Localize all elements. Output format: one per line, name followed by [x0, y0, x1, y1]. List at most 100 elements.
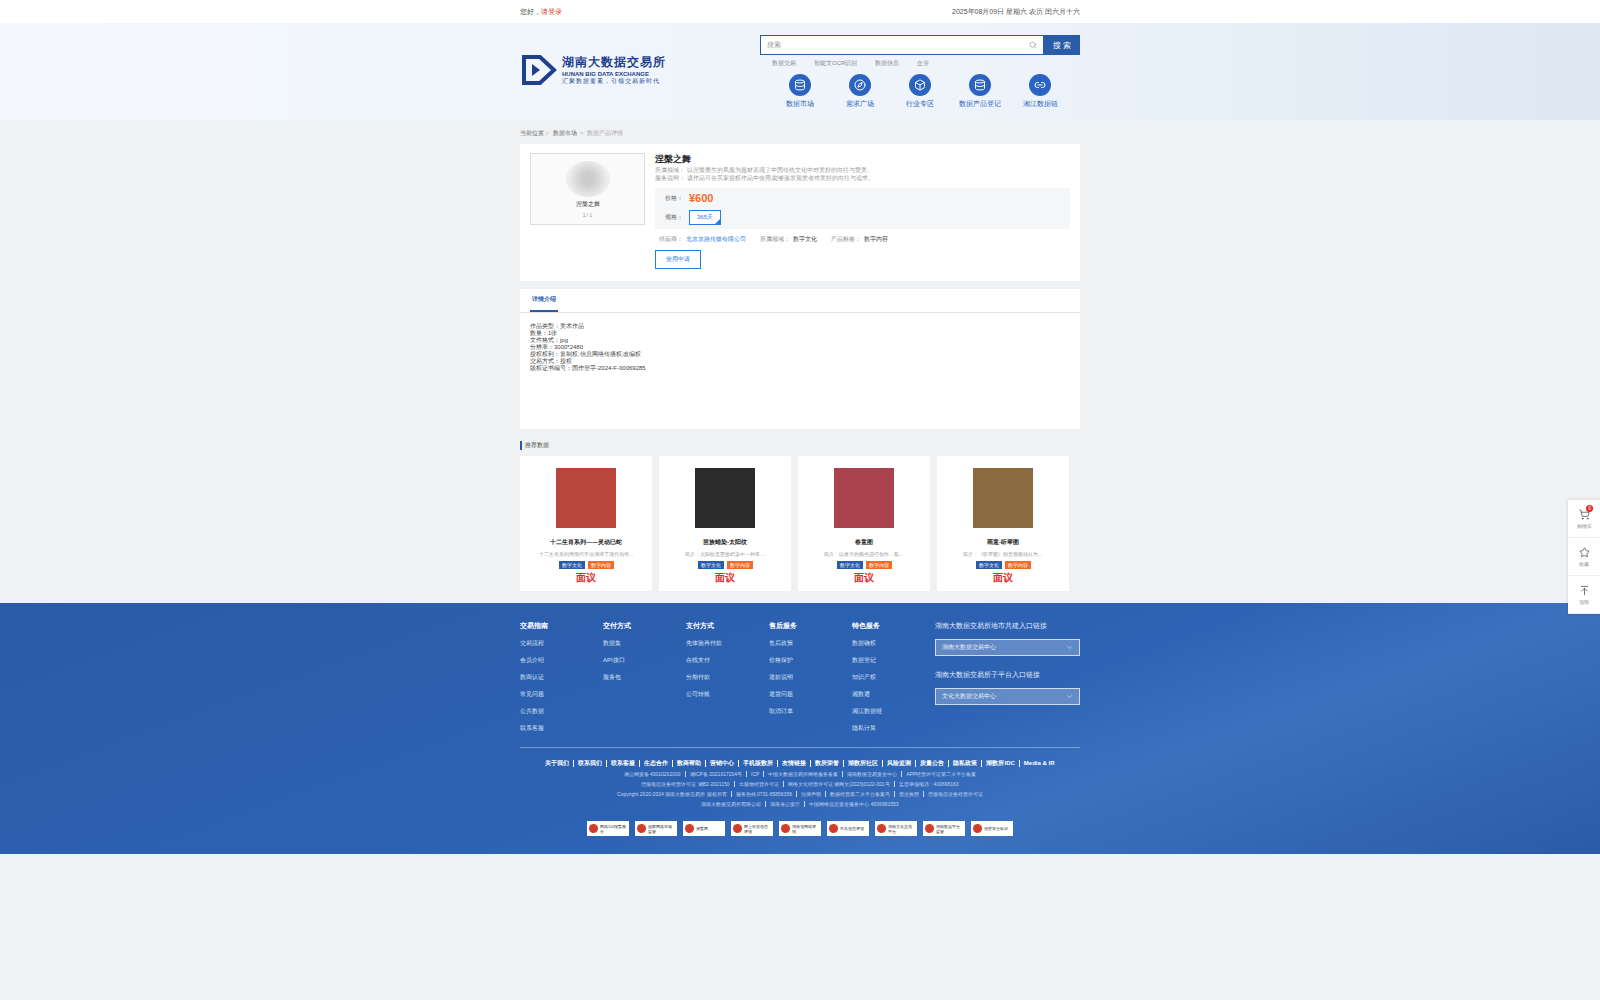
hot-word[interactable]: 企业	[917, 59, 929, 68]
detail-line: 授权权利：复制权,信息网络传播权,改编权	[530, 351, 1070, 358]
trust-badge[interactable]: 不良信息举报	[827, 821, 869, 836]
footer-link[interactable]: 数商认证	[520, 673, 603, 682]
entry-select[interactable]: 文化大数据交易中心	[935, 688, 1080, 705]
spec-option[interactable]: 365天	[689, 210, 721, 225]
detail-line: 交易方式：授权	[530, 358, 1070, 365]
recommend-card[interactable]: 春意图简介：以春天的颜色进行创作，取...数字文化数字内容面议	[798, 456, 930, 591]
footer-link[interactable]: 友情链接	[777, 760, 810, 767]
detail-line: 文件格式：jpg	[530, 337, 1070, 344]
footer-link[interactable]: 退货问题	[769, 690, 852, 699]
recommend-image	[556, 468, 616, 528]
float-item[interactable]: 顶部	[1568, 576, 1600, 614]
trust-badge[interactable]: 网络110报警服务	[587, 821, 629, 836]
footer-link[interactable]: 服务包	[603, 673, 686, 682]
trust-badge[interactable]: 国家网络市场监管	[635, 821, 677, 836]
breadcrumb-item: 数据产品详情	[587, 129, 623, 138]
footer-link[interactable]: 联系客服	[606, 760, 639, 767]
footer-link[interactable]: 手机版数所	[738, 760, 777, 767]
footer-link[interactable]: 交易流程	[520, 639, 603, 648]
footer-link[interactable]: 湖数所社区	[843, 760, 882, 767]
footer-link[interactable]: 数据集	[603, 639, 686, 648]
nav-item[interactable]: 行业专区	[895, 74, 945, 109]
footer-link[interactable]: 隐私政策	[948, 760, 981, 767]
footer-link[interactable]: 在线支付	[686, 656, 769, 665]
logo-icon	[520, 51, 558, 89]
product-card: 涅槃之舞1 / 1涅槃之舞所属领域： 以涅槃重生的凤凰为题材表现了中国传统文化中…	[520, 144, 1080, 281]
footer-link[interactable]: 会员介绍	[520, 656, 603, 665]
trust-badge[interactable]: 信誉安全标识	[971, 821, 1013, 836]
hot-word[interactable]: 智能文OCR识别	[814, 59, 857, 68]
apply-button[interactable]: 使用申请	[655, 250, 701, 269]
footer-link[interactable]: 隐私计算	[852, 724, 935, 733]
meta-value[interactable]: 北京京路传媒有限公司	[686, 236, 746, 242]
footer-link[interactable]: 质量公告	[915, 760, 948, 767]
footer-link[interactable]: 常见问题	[520, 690, 603, 699]
trust-badge[interactable]: 湖南文化交流平台	[875, 821, 917, 836]
breadcrumb-item[interactable]: 数据市场	[553, 129, 577, 138]
star-icon	[1579, 547, 1590, 558]
footer-link[interactable]: 湘江数据链	[852, 707, 935, 716]
recommend-price: 面议	[993, 573, 1013, 583]
tag: 数字内容	[1005, 561, 1031, 569]
trust-badge[interactable]: 湖南省网络举报	[779, 821, 821, 836]
footer-link[interactable]: 价格保护	[769, 656, 852, 665]
footer-link[interactable]: 湖数所IDC	[981, 760, 1018, 767]
nav-item[interactable]: 数据市场	[775, 74, 825, 109]
footer-link[interactable]: 数据确权	[852, 639, 935, 648]
nav-item[interactable]: 需求广场	[835, 74, 885, 109]
footer-link[interactable]: 公共数据	[520, 707, 603, 716]
trust-badge[interactable]: 网上有害信息举报	[731, 821, 773, 836]
footer-link[interactable]: 关于我们	[541, 760, 573, 767]
recommend-card[interactable]: 苗族蜡染-太阳纹简介：太阳纹是苗族蜡染中一种常...数字文化数字内容面议	[659, 456, 791, 591]
footer-link[interactable]: 取消订单	[769, 707, 852, 716]
footer-link[interactable]: 知识产权	[852, 673, 935, 682]
hot-word[interactable]: 数据信息	[875, 59, 899, 68]
detail-line: 作品类型：美术作品	[530, 323, 1070, 330]
date: 2025年08月09日 星期六 农历 闰六月十六	[952, 7, 1080, 17]
recommend-card[interactable]: 画意-听琴图简介：《听琴图》创意视频动分为...数字文化数字内容面议	[937, 456, 1069, 591]
search-input[interactable]: 搜索	[760, 35, 1044, 55]
footer-link[interactable]: 湘数通	[852, 690, 935, 699]
footer-link[interactable]: 风险监测	[882, 760, 915, 767]
footer-link[interactable]: 数商帮助	[672, 760, 705, 767]
tag: 数字内容	[727, 561, 753, 569]
trust-badge[interactable]: 湘警网	[683, 821, 725, 836]
nav-item[interactable]: 湘江数据链	[1015, 74, 1065, 109]
footer: 交易指南交易流程会员介绍数商认证常见问题公共数据联系客服交付方式数据集API接口…	[0, 603, 1600, 854]
recommend-price: 面议	[854, 573, 874, 583]
login-link[interactable]: 请登录	[541, 8, 562, 15]
footer-link[interactable]: 售后政策	[769, 639, 852, 648]
hot-word[interactable]: 数据交易	[772, 59, 796, 68]
float-item[interactable]: 收藏	[1568, 538, 1600, 576]
footer-link[interactable]: 公司转账	[686, 690, 769, 699]
recommend-card[interactable]: 十二生肖系列——灵动巳蛇十二生肖系列用现代手法演绎了现代与传...数字文化数字内…	[520, 456, 652, 591]
logo[interactable]: 湖南大数据交易所HUNAN BIG DATA EXCHANGE汇聚数据要素，引领…	[520, 51, 666, 89]
footer-link[interactable]: 先体验再付款	[686, 639, 769, 648]
recommend-list: 十二生肖系列——灵动巳蛇十二生肖系列用现代手法演绎了现代与传...数字文化数字内…	[520, 456, 1080, 603]
float-item[interactable]: 0购物车	[1568, 500, 1600, 538]
badge-icon	[733, 824, 742, 833]
recommend-price: 面议	[576, 573, 596, 583]
footer-link[interactable]: 联系客服	[520, 724, 603, 733]
register-icon	[974, 79, 986, 91]
product-desc: 所属领域： 以涅槃重生的凤凰为题材表现了中国传统文化中对美好的向往与赞美。	[655, 166, 1070, 174]
info-line: 湘公网安备 43010202000湘ICP备 2021017204号ICP中国大…	[520, 771, 1080, 777]
footer-link[interactable]: API接口	[603, 656, 686, 665]
compass-icon	[854, 79, 866, 91]
nav-item[interactable]: 数据产品登记	[955, 74, 1005, 109]
trust-badge[interactable]: 湖南数据平台监管	[923, 821, 965, 836]
footer-link[interactable]: 数据登记	[852, 656, 935, 665]
footer-link[interactable]: 生态合作	[639, 760, 672, 767]
footer-link[interactable]: 数所荣誉	[810, 760, 843, 767]
badge-icon	[877, 824, 886, 833]
entry-select[interactable]: 湖南大数据交易中心	[935, 639, 1080, 656]
footer-link[interactable]: 联系我们	[573, 760, 606, 767]
footer-link[interactable]: 分期付款	[686, 673, 769, 682]
footer-link[interactable]: Media & IR	[1019, 760, 1059, 767]
search-button[interactable]: 搜 索	[1044, 35, 1080, 55]
footer-link[interactable]: 营销中心	[705, 760, 738, 767]
detail-line: 数量：1张	[530, 330, 1070, 337]
detail-tab[interactable]: 详情介绍	[530, 289, 558, 312]
footer-link[interactable]: 退款说明	[769, 673, 852, 682]
badge-icon	[781, 824, 790, 833]
